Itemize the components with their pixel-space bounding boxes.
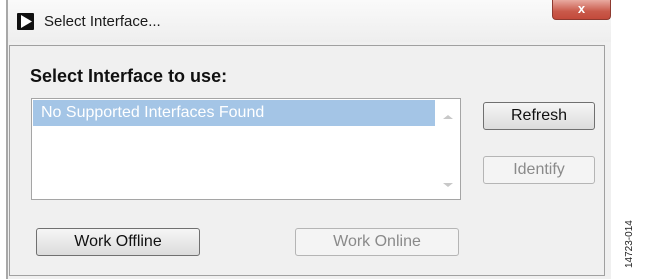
app-play-icon	[17, 13, 34, 30]
scroll-up-arrow-icon[interactable]	[443, 115, 453, 119]
figure-id-label: 14723-014	[624, 220, 635, 268]
close-icon: x	[577, 1, 586, 16]
window-title: Select Interface...	[44, 13, 161, 30]
scroll-down-arrow-icon[interactable]	[443, 183, 453, 187]
refresh-button[interactable]: Refresh	[483, 102, 595, 130]
section-heading: Select Interface to use:	[30, 66, 228, 86]
work-offline-button[interactable]: Work Offline	[36, 228, 200, 256]
list-item[interactable]: No Supported Interfaces Found	[33, 100, 435, 126]
vertical-scrollbar[interactable]	[437, 99, 460, 199]
interface-listbox[interactable]: No Supported Interfaces Found	[31, 98, 461, 200]
title-bar[interactable]: Select Interface...	[8, 0, 611, 42]
work-online-button[interactable]: Work Online	[295, 228, 459, 256]
identify-button[interactable]: Identify	[483, 156, 595, 184]
close-button[interactable]: x	[552, 0, 611, 20]
